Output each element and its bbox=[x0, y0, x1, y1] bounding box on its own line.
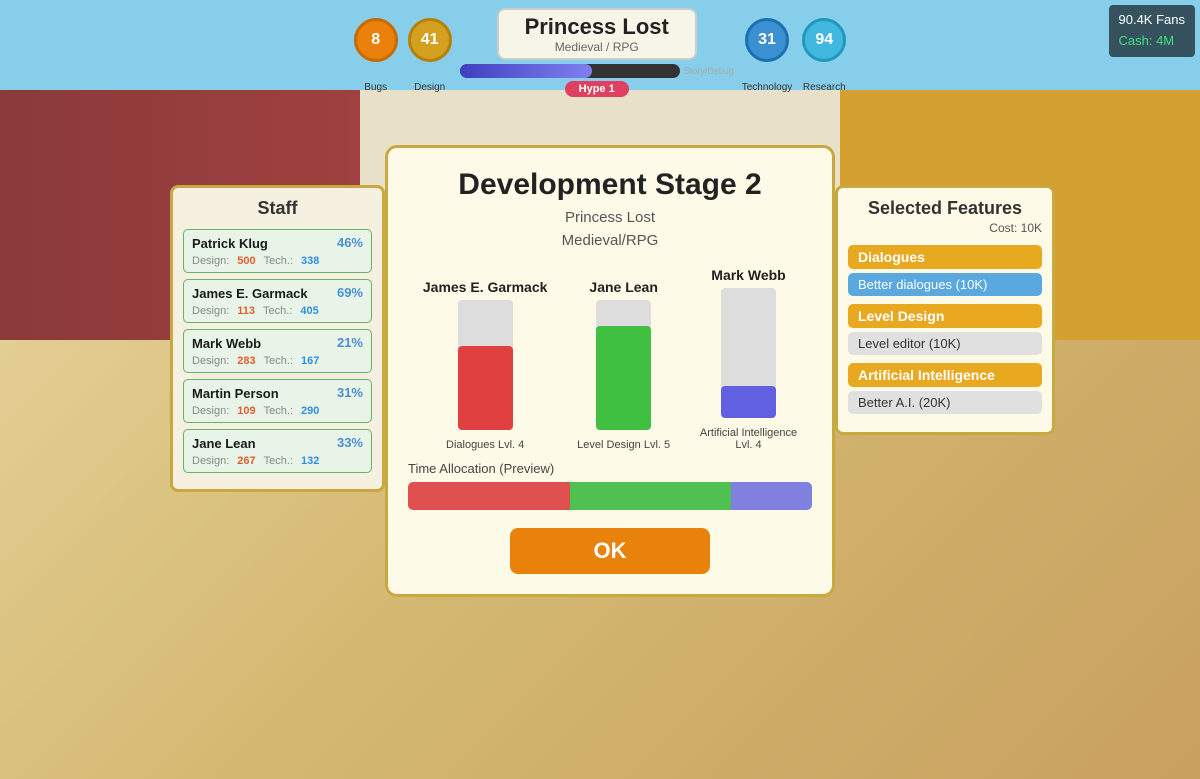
staff-item[interactable]: Patrick Klug 46% Design: 500 Tech.: 338 bbox=[183, 229, 372, 273]
features-panel: Selected Features Cost: 10K Dialogues Bet… bbox=[835, 185, 1055, 435]
staff-panel: Staff Patrick Klug 46% Design: 500 Tech.… bbox=[170, 185, 385, 492]
staff-item[interactable]: Martin Person 31% Design: 109 Tech.: 290 bbox=[183, 379, 372, 423]
staff-percent: 21% bbox=[337, 335, 363, 350]
staff-percent: 46% bbox=[337, 235, 363, 250]
design-val: 113 bbox=[237, 305, 255, 317]
bar-label: Artificial IntelligenceLvl. 4 bbox=[700, 427, 797, 451]
staff-bars-row: James E. Garmack Dialogues Lvl. 4 Jane L… bbox=[408, 267, 812, 451]
design-label: Design: bbox=[192, 355, 229, 367]
design-val: 283 bbox=[237, 355, 255, 367]
time-seg-red bbox=[408, 482, 570, 510]
staff-bar-col: James E. Garmack Dialogues Lvl. 4 bbox=[423, 279, 548, 451]
design-badge: 41 bbox=[408, 18, 452, 62]
staff-bar-name: Jane Lean bbox=[589, 279, 657, 295]
time-seg-blue bbox=[731, 482, 812, 510]
staff-panel-title: Staff bbox=[183, 198, 372, 219]
tech-label: Tech.: bbox=[264, 255, 293, 267]
bar-fill bbox=[458, 346, 513, 431]
staff-name: James E. Garmack bbox=[192, 286, 308, 301]
feature-item[interactable]: Better A.I. (20K) bbox=[848, 391, 1042, 414]
tech-label: Tech.: bbox=[264, 455, 293, 467]
tech-val: 338 bbox=[301, 255, 319, 267]
design-label: Design bbox=[414, 82, 445, 93]
research-badge: 94 bbox=[802, 18, 846, 62]
story-label: Story/Debug bbox=[684, 66, 734, 76]
bar-visual bbox=[721, 288, 776, 418]
story-progress-fill bbox=[460, 64, 592, 78]
staff-name: Patrick Klug bbox=[192, 236, 268, 251]
research-label: Research bbox=[803, 82, 846, 93]
feature-item[interactable]: Better dialogues (10K) bbox=[848, 273, 1042, 296]
staff-item[interactable]: Jane Lean 33% Design: 267 Tech.: 132 bbox=[183, 429, 372, 473]
bar-label: Level Design Lvl. 5 bbox=[577, 439, 670, 451]
design-val: 109 bbox=[237, 405, 255, 417]
design-label: Design: bbox=[192, 255, 229, 267]
tech-val: 290 bbox=[301, 405, 319, 417]
story-progress-bar bbox=[460, 64, 680, 78]
features-title: Selected Features bbox=[848, 198, 1042, 219]
game-title: Princess Lost bbox=[519, 14, 675, 40]
feature-category[interactable]: Level Design bbox=[848, 304, 1042, 328]
bar-label: Dialogues Lvl. 4 bbox=[446, 439, 524, 451]
tech-val: 167 bbox=[301, 355, 319, 367]
staff-name: Jane Lean bbox=[192, 436, 256, 451]
feature-category[interactable]: Dialogues bbox=[848, 245, 1042, 269]
tech-badge: 31 bbox=[745, 18, 789, 62]
staff-percent: 31% bbox=[337, 385, 363, 400]
staff-bar-col: Mark Webb Artificial IntelligenceLvl. 4 bbox=[700, 267, 797, 451]
staff-item[interactable]: James E. Garmack 69% Design: 113 Tech.: … bbox=[183, 279, 372, 323]
staff-item[interactable]: Mark Webb 21% Design: 283 Tech.: 167 bbox=[183, 329, 372, 373]
design-label: Design: bbox=[192, 405, 229, 417]
design-count: 41 bbox=[421, 31, 439, 49]
bugs-count: 8 bbox=[371, 31, 380, 49]
modal-title: Development Stage 2 bbox=[408, 168, 812, 202]
cash-amount: Cash: 4M bbox=[1119, 31, 1186, 52]
staff-name: Martin Person bbox=[192, 386, 279, 401]
game-title-box: Princess Lost Medieval / RPG bbox=[497, 8, 697, 60]
staff-list: Patrick Klug 46% Design: 500 Tech.: 338 … bbox=[183, 229, 372, 473]
design-label: Design: bbox=[192, 455, 229, 467]
time-allocation-label: Time Allocation (Preview) bbox=[408, 461, 812, 476]
game-subtitle: Medieval / RPG bbox=[519, 40, 675, 54]
tech-val: 405 bbox=[300, 305, 318, 317]
staff-bar-name: James E. Garmack bbox=[423, 279, 548, 295]
staff-bar-col: Jane Lean Level Design Lvl. 5 bbox=[577, 279, 670, 451]
staff-percent: 69% bbox=[337, 285, 363, 300]
tech-val: 132 bbox=[301, 455, 319, 467]
tech-label: Tech.: bbox=[264, 405, 293, 417]
features-list: Dialogues Better dialogues (10K) Level Des… bbox=[848, 245, 1042, 414]
bugs-label: Bugs bbox=[364, 82, 387, 93]
hud-top: 8 Bugs 41 Design Princess Lost Medieval … bbox=[0, 0, 1200, 95]
hype-badge: Hype 1 bbox=[565, 81, 629, 97]
research-count: 94 bbox=[815, 31, 833, 49]
features-cost: Cost: 10K bbox=[848, 221, 1042, 235]
feature-item[interactable]: Level editor (10K) bbox=[848, 332, 1042, 355]
tech-label: Technology bbox=[742, 82, 793, 93]
bugs-badge: 8 bbox=[354, 18, 398, 62]
feature-category[interactable]: Artificial Intelligence bbox=[848, 363, 1042, 387]
tech-label: Tech.: bbox=[263, 305, 292, 317]
tech-count: 31 bbox=[758, 31, 776, 49]
staff-percent: 33% bbox=[337, 435, 363, 450]
bar-fill bbox=[721, 386, 776, 419]
modal-subtitle: Princess Lost Medieval/RPG bbox=[408, 207, 812, 252]
top-right-stats: 90.4K Fans Cash: 4M bbox=[1109, 5, 1196, 57]
hud-center: Princess Lost Medieval / RPG Story/Debug… bbox=[460, 8, 734, 97]
bar-fill bbox=[596, 326, 651, 430]
design-val: 500 bbox=[237, 255, 255, 267]
time-seg-green bbox=[570, 482, 732, 510]
bar-visual bbox=[458, 300, 513, 430]
staff-bar-name: Mark Webb bbox=[711, 267, 785, 283]
design-label: Design: bbox=[192, 305, 229, 317]
bar-visual bbox=[596, 300, 651, 430]
tech-label: Tech.: bbox=[264, 355, 293, 367]
time-bar-row bbox=[408, 482, 812, 510]
design-val: 267 bbox=[237, 455, 255, 467]
ok-button[interactable]: OK bbox=[510, 528, 710, 574]
fans-count: 90.4K Fans bbox=[1119, 10, 1186, 31]
dev-stage-modal: Development Stage 2 Princess Lost Mediev… bbox=[385, 145, 835, 597]
staff-name: Mark Webb bbox=[192, 336, 261, 351]
